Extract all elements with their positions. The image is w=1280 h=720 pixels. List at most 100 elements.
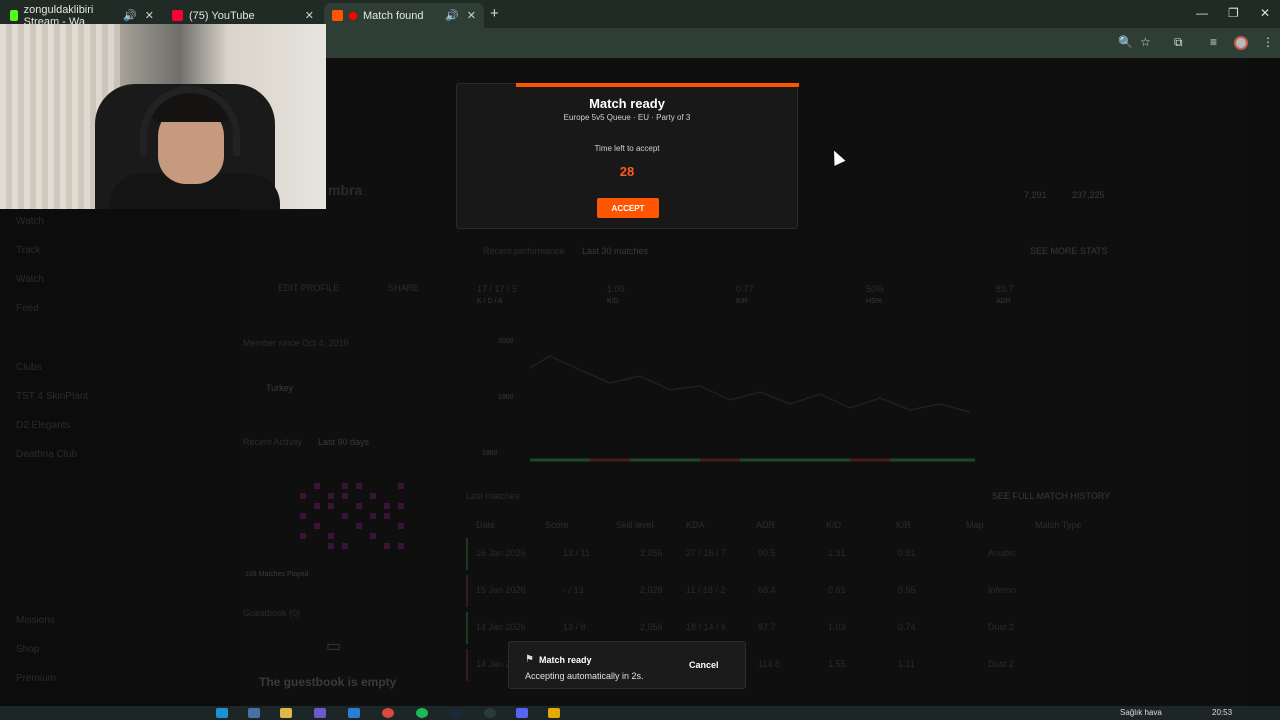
sidebar-item[interactable]: Premium <box>16 673 56 684</box>
cell-kr: 0.91 <box>898 548 916 558</box>
windows-taskbar: Sağlık hava 20:53 <box>0 706 1280 720</box>
heatmap-cell <box>398 483 404 489</box>
whatsapp-icon[interactable] <box>484 708 496 718</box>
heatmap-cell <box>314 523 320 529</box>
heatmap-cell <box>384 543 390 549</box>
guestbook-title: Guestbook (0) <box>243 608 301 618</box>
share-button[interactable]: SHARE <box>388 283 419 293</box>
accept-button[interactable]: ACCEPT <box>597 198 659 218</box>
cell-skill: 2,056 <box>640 622 663 632</box>
toast-title: Match ready <box>539 655 592 665</box>
close-icon[interactable]: ✕ <box>305 9 314 22</box>
speaker-icon[interactable]: 🔊 <box>123 9 137 22</box>
discord-icon[interactable] <box>516 708 528 718</box>
heatmap-cell <box>342 493 348 499</box>
heatmap-cell <box>398 503 404 509</box>
heatmap-cell <box>314 483 320 489</box>
guestbook-empty-text: The guestbook is empty <box>259 675 397 689</box>
last-matches-title: Last matches <box>466 491 520 501</box>
cell-kda: 27 / 16 / 7 <box>686 548 727 558</box>
spotify-icon[interactable] <box>416 708 428 718</box>
stat-value: 1.00 <box>607 284 625 294</box>
table-header: Map <box>966 520 984 530</box>
table-row[interactable]: 15 Jan 2026 - / 13 2,028 11 / 18 / 2 68.… <box>466 575 1100 607</box>
queue-info: Europe 5v5 Queue · EU · Party of 3 <box>563 113 691 122</box>
table-row[interactable]: 16 Jan 2026 13 / 11 2,056 27 / 16 / 7 90… <box>466 538 1100 570</box>
cell-kr: 0.74 <box>898 622 916 632</box>
extensions-icon[interactable]: ⧉ <box>1174 35 1183 50</box>
heatmap-cell <box>328 493 334 499</box>
cell-kr: 1.11 <box>898 659 915 669</box>
sidebar-item[interactable]: Clubs <box>16 362 42 373</box>
heatmap-cell <box>300 493 306 499</box>
table-header: Skill level <box>616 520 654 530</box>
sidebar-item[interactable]: Deathria Club <box>16 449 77 460</box>
sidebar-item[interactable]: TST 4 SkinPlant <box>16 391 88 402</box>
maximize-button[interactable]: ❐ <box>1228 6 1239 20</box>
table-header: KDA <box>686 520 705 530</box>
steam-icon[interactable] <box>450 708 462 718</box>
app-icon[interactable] <box>548 708 560 718</box>
heatmap-cell <box>328 543 334 549</box>
cell-kd: 0.61 <box>828 585 846 595</box>
cell-kr: 0.55 <box>898 585 916 595</box>
stat-label: HS% <box>866 298 882 305</box>
stat-label: K/R <box>736 298 748 305</box>
sidebar-item[interactable]: Watch <box>16 274 44 285</box>
toast-message: Accepting automatically in 2s. <box>525 671 644 681</box>
cell-map: Anubis <box>988 548 1016 558</box>
menu-icon[interactable]: ⋮ <box>1262 35 1274 49</box>
table-header: ADR <box>756 520 776 530</box>
heatmap-cell <box>356 503 362 509</box>
heatmap-cell <box>314 503 320 509</box>
new-tab-button[interactable]: + <box>490 5 499 22</box>
see-more-stats-link[interactable]: SEE MORE STATS <box>1030 246 1108 256</box>
sidebar-item[interactable]: Missions <box>16 615 55 626</box>
store-icon[interactable] <box>248 708 260 718</box>
close-window-button[interactable]: ✕ <box>1260 6 1270 20</box>
media-control-icon[interactable]: ≡ <box>1210 35 1217 49</box>
heatmap-cell <box>398 543 404 549</box>
close-icon[interactable]: ✕ <box>145 9 154 22</box>
speaker-icon[interactable]: 🔊 <box>445 9 459 22</box>
zoom-icon[interactable]: 🔍 <box>1118 35 1133 49</box>
sidebar-item[interactable]: Track <box>16 245 41 256</box>
stat-value: 17 / 17 / 5 <box>477 284 518 294</box>
bookmark-star-icon[interactable]: ☆ <box>1140 35 1151 49</box>
tab-label: Match found <box>363 9 424 22</box>
heatmap-cell <box>384 513 390 519</box>
chrome-icon[interactable] <box>382 708 394 718</box>
minimize-button[interactable]: — <box>1196 6 1208 20</box>
edit-profile-button[interactable]: EDIT PROFILE <box>278 283 339 293</box>
cell-skill: 2,056 <box>640 548 663 558</box>
cell-adr: 68.4 <box>758 585 776 595</box>
vscode-icon[interactable] <box>348 708 360 718</box>
recent-activity-sub: Last 90 days <box>318 437 370 447</box>
sidebar-item[interactable]: Watch <box>16 216 44 227</box>
tab-match-found[interactable]: Match found 🔊 ✕ <box>324 3 484 28</box>
cell-map: Inferno <box>988 585 1017 595</box>
weather-text: Sağlık hava <box>1120 708 1162 717</box>
cell-kd: 1.31 <box>828 548 846 558</box>
tab-label: (75) YouTube <box>189 9 255 22</box>
cell-kda: 11 / 18 / 2 <box>686 585 726 595</box>
flag-icon: ⚑ <box>525 654 534 665</box>
recent-performance-sub: Last 30 matches <box>582 246 649 256</box>
table-header: K/R <box>896 520 912 530</box>
sidebar-item[interactable]: Shop <box>16 644 39 655</box>
teams-icon[interactable] <box>314 708 326 718</box>
cancel-button[interactable]: Cancel <box>689 660 719 670</box>
cell-adr: 87.7 <box>758 622 776 632</box>
chat-bubble-icon: ▭ <box>326 638 342 655</box>
profile-avatar[interactable] <box>1234 36 1248 50</box>
file-explorer-icon[interactable] <box>280 708 292 718</box>
close-icon[interactable]: ✕ <box>467 9 476 22</box>
cell-date: 14 Jan 2026 <box>476 622 526 632</box>
see-full-history-link[interactable]: SEE FULL MATCH HISTORY <box>992 491 1110 501</box>
cell-map: Dust 2 <box>988 659 1015 669</box>
edge-icon[interactable] <box>216 708 228 718</box>
elo-chart <box>529 355 975 462</box>
sidebar-item[interactable]: Feed <box>16 303 39 314</box>
table-row[interactable]: 14 Jan 2026 13 / 8 2,056 18 / 14 / 6 87.… <box>466 612 1100 644</box>
sidebar-item[interactable]: D2 Elegants <box>16 420 70 431</box>
